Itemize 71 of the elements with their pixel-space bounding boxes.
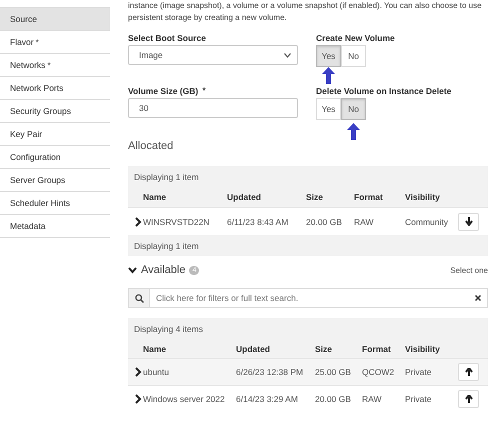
chevron-down-icon xyxy=(284,52,291,58)
search-icon xyxy=(134,294,144,302)
search-field[interactable]: Click here for filters or full text search. xyxy=(150,293,475,303)
table-cell-text: 6/26/23 12:38 PM xyxy=(236,367,304,377)
column-header: Visibility xyxy=(405,192,441,202)
table-cell-text: ubuntu xyxy=(143,367,170,377)
toggle-option[interactable]: Yes xyxy=(316,45,341,67)
field-label: Select Boot Source xyxy=(128,33,207,43)
sidebar-item[interactable]: Source xyxy=(0,8,110,31)
toggle-option[interactable]: No xyxy=(341,45,366,67)
table-cell-text: 25.00 GB xyxy=(315,367,352,377)
toggle-option[interactable]: Yes xyxy=(316,98,341,120)
table-cell-text: 20.00 GB xyxy=(315,394,352,404)
table-footer: Displaying 1 item xyxy=(128,235,488,256)
close-icon[interactable] xyxy=(475,295,481,301)
up-arrow-icon xyxy=(322,67,335,84)
sidebar-item[interactable]: Networks * xyxy=(0,54,110,77)
allocate-button[interactable] xyxy=(458,363,479,381)
expand-icon[interactable] xyxy=(134,394,142,404)
table-cell-text: Windows server 2022 xyxy=(143,394,226,404)
volume-size-field[interactable]: 30 xyxy=(128,98,298,118)
up-arrow-icon xyxy=(464,394,472,404)
table-cell-text: Community xyxy=(405,216,449,226)
table-cell-text: 20.00 GB xyxy=(306,216,343,226)
toggle-option[interactable]: No xyxy=(341,98,366,120)
sidebar-item[interactable]: Configuration xyxy=(0,146,110,169)
column-header: Name xyxy=(143,344,168,354)
sidebar-item[interactable]: Server Groups xyxy=(0,169,110,192)
sidebar-item[interactable]: Key Pair xyxy=(0,123,110,146)
section-title: Available xyxy=(141,264,186,276)
table-cell-text: RAW xyxy=(362,394,383,404)
down-arrow-icon xyxy=(464,217,472,226)
table-cell-text: 6/11/23 8:43 AM xyxy=(227,216,290,226)
expand-icon[interactable] xyxy=(134,216,142,226)
up-arrow-icon xyxy=(347,123,360,140)
table-cell-text: 6/14/23 3:29 AM xyxy=(236,394,299,404)
table-row[interactable]: Windows server 2022 6/14/23 3:29 AM 20.00 GB RAW Private xyxy=(128,385,488,412)
sidebar-item[interactable]: Metadata xyxy=(0,215,110,238)
table-cell-text: QCOW2 xyxy=(362,367,396,377)
column-header: Updated xyxy=(236,344,271,354)
column-header: Visibility xyxy=(405,344,441,354)
sidebar-item[interactable]: Security Groups xyxy=(0,100,110,123)
column-header: Format xyxy=(354,192,384,202)
allocate-button[interactable] xyxy=(458,390,479,408)
column-header: Size xyxy=(315,344,334,354)
column-header: Name xyxy=(143,192,168,202)
column-header: Format xyxy=(362,344,392,354)
hint-text: Select one xyxy=(450,266,488,274)
description-text: instance (image snapshot), a volume or a volume snapshot (if enabled). You can also choose to use persistent storage by creating a new volume. xyxy=(128,0,483,24)
table-caption: Displaying 1 item xyxy=(133,170,200,184)
table-cell-text: WINSRVSTD22N xyxy=(143,216,210,226)
section-title: Allocated xyxy=(128,140,174,152)
sidebar-item[interactable]: Flavor * xyxy=(0,31,110,54)
table-row[interactable]: WINSRVSTD22N 6/11/23 8:43 AM 20.00 GB RAW Community xyxy=(128,207,488,235)
field-label: Volume Size (GB) * xyxy=(128,86,207,96)
sidebar-item[interactable]: Scheduler Hints xyxy=(0,192,110,215)
expand-icon[interactable] xyxy=(134,367,142,377)
field-label: Create New Volume xyxy=(316,33,395,43)
field-label: Delete Volume on Instance Delete xyxy=(316,86,452,96)
column-header: Updated xyxy=(227,192,262,202)
table-cell-text: Private xyxy=(405,394,432,404)
deallocate-button[interactable] xyxy=(458,212,479,230)
table-caption: Displaying 4 items xyxy=(133,322,204,336)
table-cell-text: Private xyxy=(405,367,432,377)
chevron-down-icon[interactable] xyxy=(128,266,137,274)
boot-source-select[interactable]: Image xyxy=(128,45,298,65)
search-bar[interactable]: Click here for filters or full text search. xyxy=(128,288,488,308)
sidebar-item[interactable]: Network Ports xyxy=(0,77,110,100)
table-cell-text: RAW xyxy=(354,216,375,226)
up-arrow-icon xyxy=(464,368,472,376)
column-header: Size xyxy=(306,192,324,202)
